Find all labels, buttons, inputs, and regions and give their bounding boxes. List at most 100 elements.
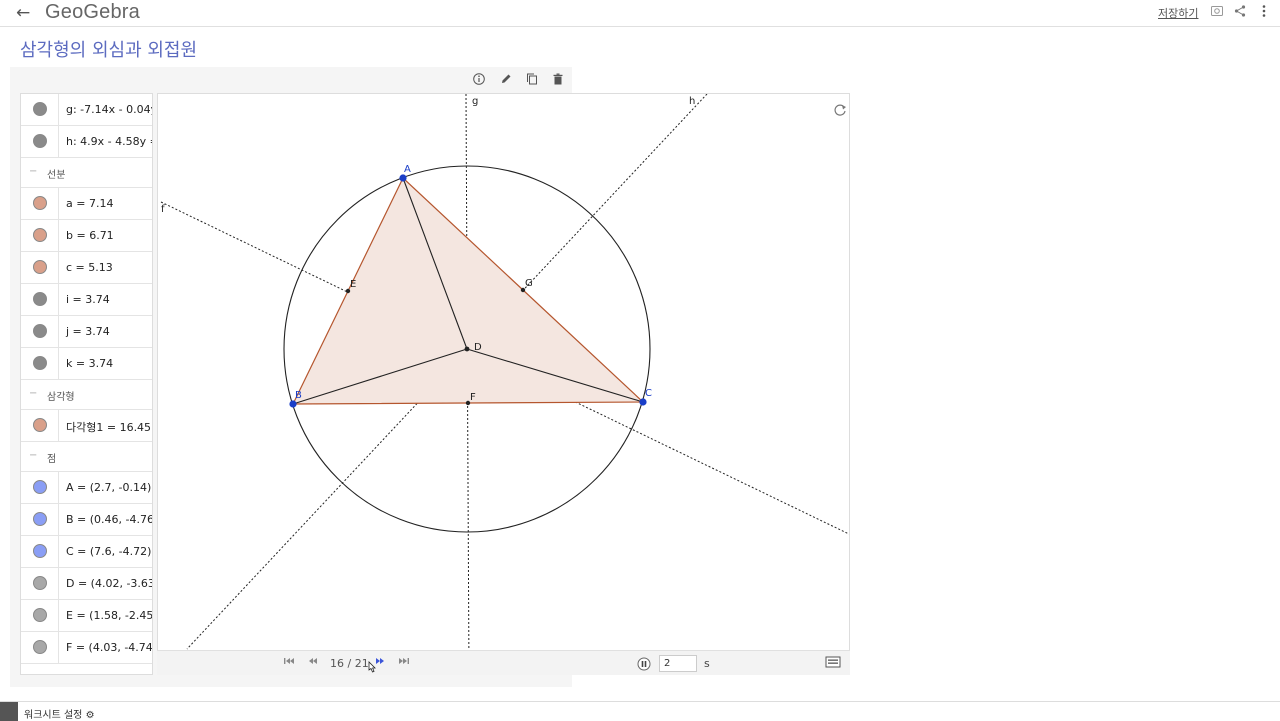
algebra-expression[interactable]: D = (4.02, -3.63) <box>66 577 152 590</box>
step-counter: 16 / 21 <box>330 657 369 670</box>
algebra-item[interactable]: C = (7.6, -4.72) <box>21 536 152 568</box>
pencil-icon[interactable] <box>497 72 515 90</box>
geogebra-logo[interactable]: GeoGebra <box>45 0 140 24</box>
point-D[interactable] <box>464 346 470 352</box>
algebra-expression[interactable]: F = (4.03, -4.74) <box>66 641 152 654</box>
previous-icon[interactable] <box>307 655 319 670</box>
point-A[interactable] <box>399 174 407 182</box>
algebra-item[interactable]: h: 4.9x - 4.58y = <box>21 126 152 158</box>
algebra-expression[interactable]: E = (1.58, -2.45) <box>66 609 152 622</box>
row-divider <box>58 568 59 600</box>
algebra-view[interactable]: g: -7.14x - 0.04y h: 4.9x - 4.58y = − 선분 a =… <box>20 93 153 675</box>
screenshot-icon[interactable] <box>1209 4 1225 20</box>
algebra-item[interactable]: c = 5.13 <box>21 252 152 284</box>
label-B: B <box>295 390 302 401</box>
top-bar: ← GeoGebra 저장하기 <box>0 0 1280 27</box>
visibility-toggle[interactable] <box>33 544 47 558</box>
algebra-category[interactable]: − 점 <box>21 442 152 472</box>
skip-last-icon[interactable] <box>398 655 410 670</box>
visibility-toggle[interactable] <box>33 324 47 338</box>
algebra-item[interactable]: 다각형1 = 16.45 <box>21 410 152 442</box>
algebra-item[interactable]: j = 3.74 <box>21 316 152 348</box>
mouse-cursor-icon <box>366 661 378 678</box>
row-divider <box>58 600 59 632</box>
algebra-category[interactable]: − 삼각형 <box>21 380 152 410</box>
settings-icon[interactable]: ⚙ <box>86 710 95 721</box>
label-A: A <box>404 164 411 175</box>
algebra-expression[interactable]: h: 4.9x - 4.58y = <box>66 135 152 148</box>
row-divider <box>58 220 59 252</box>
algebra-item[interactable]: a = 7.14 <box>21 188 152 220</box>
pause-icon[interactable] <box>637 657 651 674</box>
reset-view-icon[interactable] <box>834 104 846 116</box>
label-C: C <box>645 388 652 399</box>
algebra-expression[interactable]: k = 3.74 <box>66 357 113 370</box>
row-divider <box>58 126 59 158</box>
visibility-toggle[interactable] <box>33 480 47 494</box>
visibility-toggle[interactable] <box>33 512 47 526</box>
speed-unit: s <box>704 657 710 670</box>
save-link[interactable]: 저장하기 <box>1158 5 1198 21</box>
algebra-expression[interactable]: c = 5.13 <box>66 261 113 274</box>
row-divider <box>58 252 59 284</box>
algebra-item[interactable]: k = 3.74 <box>21 348 152 380</box>
visibility-toggle[interactable] <box>33 260 47 274</box>
more-vert-icon[interactable] <box>1256 4 1272 20</box>
algebra-expression[interactable]: b = 6.71 <box>66 229 114 242</box>
trash-icon[interactable] <box>549 72 567 90</box>
point-C[interactable] <box>639 398 647 406</box>
label-G: G <box>525 278 533 289</box>
page-title: 삼각형의 외심과 외접원 <box>20 40 198 61</box>
algebra-expression[interactable]: i = 3.74 <box>66 293 110 306</box>
algebra-item[interactable]: b = 6.71 <box>21 220 152 252</box>
collapse-icon[interactable]: − <box>29 166 37 177</box>
speed-stepper[interactable]: 2 <box>659 655 697 672</box>
algebra-expression[interactable]: C = (7.6, -4.72) <box>66 545 151 558</box>
algebra-item[interactable]: i = 3.74 <box>21 284 152 316</box>
category-label: 점 <box>47 454 57 465</box>
visibility-toggle[interactable] <box>33 196 47 210</box>
algebra-category[interactable]: − 선분 <box>21 158 152 188</box>
algebra-item[interactable]: B = (0.46, -4.76) <box>21 504 152 536</box>
share-icon[interactable] <box>1232 4 1248 20</box>
row-divider <box>58 188 59 220</box>
row-divider <box>58 348 59 380</box>
algebra-expression[interactable]: A = (2.7, -0.14) <box>66 481 151 494</box>
copy-icon[interactable] <box>523 72 541 90</box>
visibility-toggle[interactable] <box>33 356 47 370</box>
graphics-view[interactable]: A B C D E F G f g h <box>157 93 850 675</box>
algebra-item[interactable]: g: -7.14x - 0.04y <box>21 94 152 126</box>
visibility-toggle[interactable] <box>33 576 47 590</box>
collapse-icon[interactable]: − <box>29 450 37 461</box>
worksheet-settings-label[interactable]: 워크시트 설정 ⚙ <box>24 706 95 721</box>
construction-canvas[interactable]: A B C D E F G f g h <box>158 94 850 675</box>
animation-bar: 16 / 21 2 s <box>157 650 850 675</box>
collapse-icon[interactable]: − <box>29 388 37 399</box>
visibility-toggle[interactable] <box>33 608 47 622</box>
visibility-toggle[interactable] <box>33 418 47 432</box>
skip-first-icon[interactable] <box>283 655 295 670</box>
visibility-toggle[interactable] <box>33 134 47 148</box>
visibility-toggle[interactable] <box>33 292 47 306</box>
row-divider <box>58 284 59 316</box>
algebra-item[interactable]: F = (4.03, -4.74) <box>21 632 152 664</box>
algebra-expression[interactable]: 다각형1 = 16.45 <box>66 419 151 435</box>
algebra-expression[interactable]: g: -7.14x - 0.04y <box>66 103 152 116</box>
algebra-expression[interactable]: B = (0.46, -4.76) <box>66 513 152 526</box>
algebra-item[interactable]: A = (2.7, -0.14) <box>21 472 152 504</box>
row-divider <box>58 632 59 664</box>
keyboard-icon[interactable] <box>825 655 841 672</box>
point-B[interactable] <box>289 400 297 408</box>
algebra-expression[interactable]: j = 3.74 <box>66 325 110 338</box>
visibility-toggle[interactable] <box>33 640 47 654</box>
row-divider <box>58 94 59 126</box>
arrow-left-icon[interactable]: ← <box>16 3 30 23</box>
row-divider <box>58 316 59 348</box>
visibility-toggle[interactable] <box>33 228 47 242</box>
algebra-item[interactable]: E = (1.58, -2.45) <box>21 600 152 632</box>
algebra-expression[interactable]: a = 7.14 <box>66 197 113 210</box>
visibility-toggle[interactable] <box>33 102 47 116</box>
panel-handle[interactable] <box>0 702 18 721</box>
algebra-item[interactable]: D = (4.02, -3.63) <box>21 568 152 600</box>
info-icon[interactable] <box>470 72 488 90</box>
